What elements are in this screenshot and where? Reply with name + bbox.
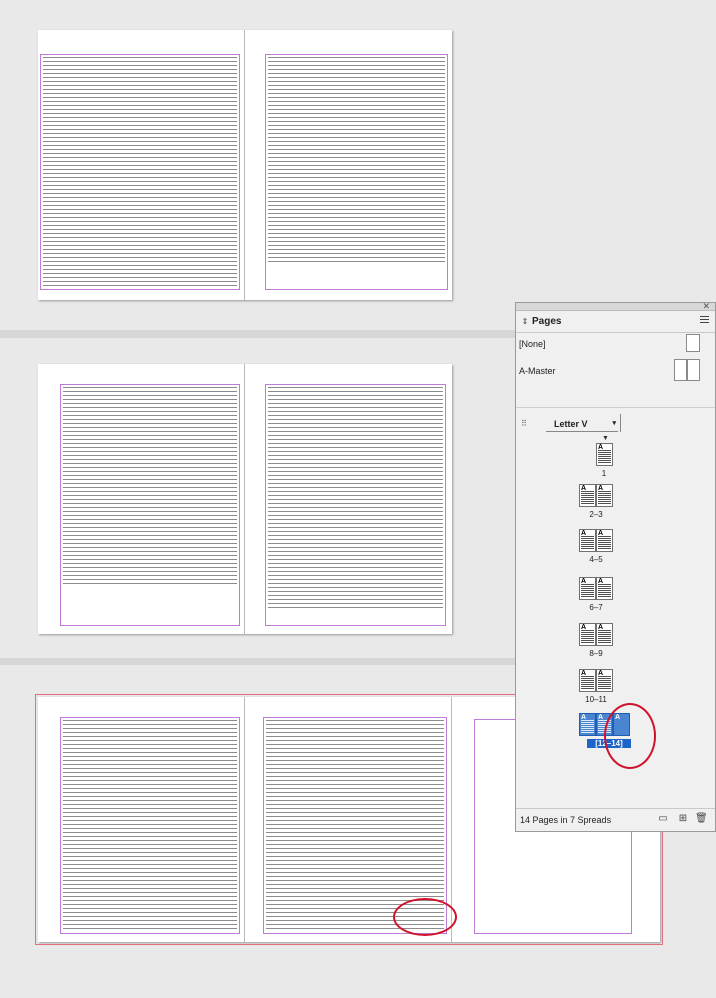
page-size-select[interactable]: Letter V ▾ [546,416,618,432]
page-size-icon[interactable]: ▭ [657,813,669,825]
master-thumb [687,359,700,381]
master-thumb [674,359,687,381]
panel-footer: 14 Pages in 7 Spreads ▭ ⊞ 🗑 [516,808,715,831]
text-frame[interactable] [43,57,237,287]
page-thumb-selected[interactable]: A [579,713,596,736]
text-frame[interactable] [268,57,445,264]
page-thumb[interactable]: A [596,443,613,466]
spread-thumb-4-5[interactable]: A A 4–5 [579,529,623,569]
master-none[interactable]: [None] [516,333,715,355]
margin-guide [60,384,240,626]
section-start-icon: ▼ [602,435,609,442]
page-right[interactable] [245,364,452,634]
master-label: [None] [519,339,546,349]
panel-header: ⇕ Pages [516,311,715,333]
panel-grip[interactable]: ✕ [516,301,715,311]
panel-menu-icon[interactable] [700,316,709,325]
separator [620,414,621,432]
page-thumb[interactable]: A [596,623,613,646]
page-thumb[interactable]: A [596,529,613,552]
spread-thumb-1[interactable]: ▼ A 1 [596,435,640,478]
margin-guide [60,717,240,934]
spread-label: 4–5 [589,555,603,564]
page-12[interactable] [38,697,245,942]
page-thumb[interactable]: A [579,669,596,692]
margin-guide [265,54,448,290]
master-a[interactable]: A-Master [516,357,715,385]
margin-guide [40,54,240,290]
spread-thumb-6-7[interactable]: A A 6–7 [579,577,623,617]
panel-divider [516,407,715,408]
chevron-down-icon: ▾ [612,420,616,427]
page-thumb[interactable]: A [596,577,613,600]
page-count: 14 Pages in 7 Spreads [520,815,612,825]
spread-thumb-8-9[interactable]: A A 8–9 [579,623,623,663]
annotation-circle-thumb [604,703,656,769]
tab-arrows-icon[interactable]: ⇕ [518,317,532,326]
page-left[interactable] [38,30,245,300]
page-size-row: ⠿ Letter V ▾ [516,413,715,435]
trash-icon[interactable]: 🗑 [695,813,708,825]
spread-label: 10–11 [585,695,607,704]
spread-label: 6–7 [589,603,603,612]
page-thumb[interactable]: A [579,529,596,552]
page-thumb[interactable]: A [579,577,596,600]
spread-thumb-2-3[interactable]: A A 2–3 [579,484,623,524]
panel-title[interactable]: Pages [532,316,561,327]
spread-thumb-10-11[interactable]: A A 10–11 [579,669,623,709]
page-thumb[interactable]: A [579,623,596,646]
master-thumb [686,334,700,352]
margin-guide [265,384,446,626]
annotation-circle-overset [393,898,457,936]
spread-10-11[interactable] [38,30,452,300]
page-thumb[interactable]: A [596,484,613,507]
new-page-icon[interactable]: ⊞ [677,813,689,825]
page-right[interactable] [245,30,452,300]
page-left[interactable] [38,364,245,634]
spread-12-13[interactable] [38,364,452,634]
page-thumb[interactable]: A [596,669,613,692]
text-frame[interactable] [63,387,237,585]
spread-label: 2–3 [589,510,603,519]
master-label: A-Master [519,366,556,376]
text-frame[interactable] [63,720,237,931]
spread-label: 8–9 [589,649,603,658]
text-frame[interactable] [268,387,443,611]
page-size-value: Letter V [554,419,588,429]
pages-panel[interactable]: ✕ ⇕ Pages [None] A-Master ⠿ Letter V ▾ ▼… [515,301,716,832]
grip-icon[interactable]: ⠿ [521,419,527,428]
page-thumb[interactable]: A [579,484,596,507]
spread-label: 1 [601,469,607,478]
